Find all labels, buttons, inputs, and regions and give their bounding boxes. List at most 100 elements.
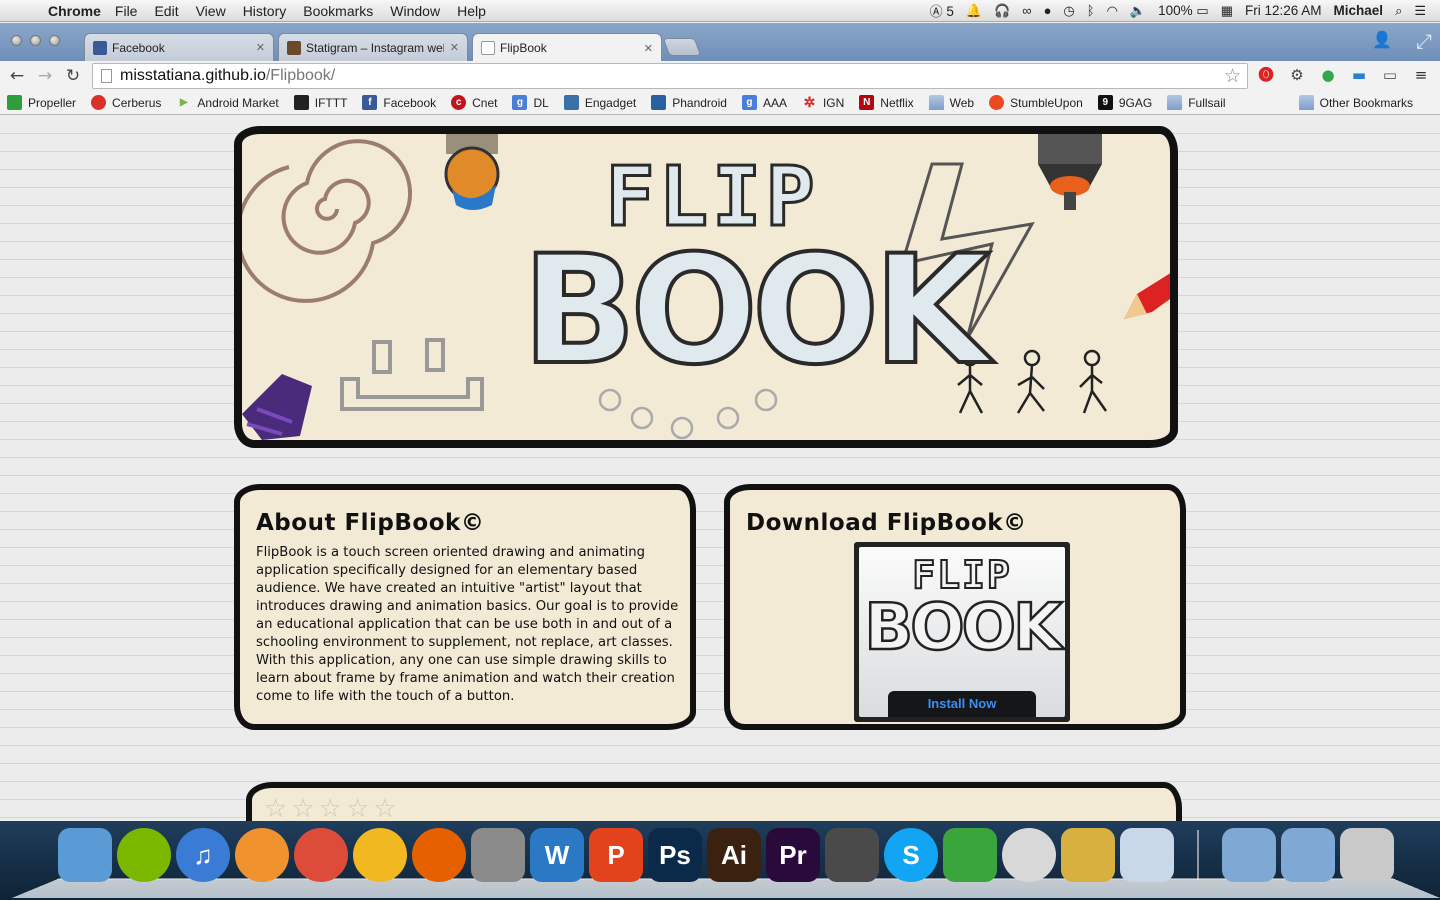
spotlight-icon[interactable]: ⌕ bbox=[1395, 3, 1402, 19]
close-tab-icon[interactable]: ✕ bbox=[450, 41, 459, 54]
menu-edit[interactable]: Edit bbox=[154, 3, 178, 19]
tab-statigram[interactable]: Statigram – Instagram web ✕ bbox=[278, 33, 468, 61]
tab-flipbook[interactable]: FlipBook ✕ bbox=[472, 33, 662, 62]
evernote-extension-icon[interactable]: ● bbox=[1318, 65, 1338, 85]
back-button[interactable]: ← bbox=[3, 66, 31, 86]
chrome-menu-icon[interactable]: ≡ bbox=[1411, 65, 1431, 85]
itunes-icon[interactable]: ♫ bbox=[176, 828, 230, 882]
cast-icon[interactable]: ▭ bbox=[1380, 65, 1400, 85]
bookmark-label: Netflix bbox=[880, 95, 914, 110]
menu-help[interactable]: Help bbox=[457, 3, 486, 19]
bluetooth-icon[interactable]: ᛒ bbox=[1087, 3, 1095, 18]
skype-icon[interactable]: S bbox=[884, 828, 938, 882]
applications-folder-icon[interactable] bbox=[1222, 828, 1276, 882]
menu-window[interactable]: Window bbox=[390, 3, 440, 19]
spotify-icon[interactable] bbox=[117, 828, 171, 882]
chrome-icon[interactable] bbox=[294, 828, 348, 882]
zoom-window-button[interactable] bbox=[49, 35, 60, 46]
flipbook-logo: FLIP BOOK bbox=[520, 152, 992, 388]
bookmark-cerberus[interactable]: Cerberus bbox=[91, 95, 161, 110]
user-name[interactable]: Michael bbox=[1334, 3, 1384, 18]
notification-center-icon[interactable]: ☰ bbox=[1414, 3, 1426, 19]
database-icon[interactable] bbox=[1061, 828, 1115, 882]
github-icon[interactable] bbox=[825, 828, 879, 882]
bookmark-aaa[interactable]: g AAA bbox=[741, 95, 787, 110]
star-icon[interactable]: ☆ bbox=[319, 794, 346, 821]
adobe-icon[interactable]: Ⓐ 5 bbox=[930, 1, 954, 20]
bookmark-engadget[interactable]: Engadget bbox=[563, 95, 636, 110]
headphones-icon[interactable]: 🎧 bbox=[994, 3, 1010, 19]
volume-icon[interactable]: 🔈 bbox=[1130, 3, 1146, 19]
bookmark-cnet[interactable]: c Cnet bbox=[451, 95, 497, 110]
bookmark-label: Fullsail bbox=[1188, 95, 1226, 110]
calendar-icon[interactable]: ▦ bbox=[1221, 3, 1233, 19]
system-preferences-icon[interactable] bbox=[471, 828, 525, 882]
bookmark-netflix[interactable]: N Netflix bbox=[859, 95, 914, 110]
star-icon[interactable]: ☆ bbox=[264, 794, 291, 821]
9gag-icon: 9 bbox=[1097, 95, 1113, 110]
premiere-icon[interactable]: Pr bbox=[766, 828, 820, 882]
close-tab-icon[interactable]: ✕ bbox=[644, 42, 653, 55]
minimize-window-button[interactable] bbox=[30, 35, 41, 46]
other-bookmarks[interactable]: Other Bookmarks bbox=[1298, 95, 1413, 110]
close-tab-icon[interactable]: ✕ bbox=[256, 41, 265, 54]
bookmark-ign[interactable]: ✲ IGN bbox=[802, 95, 845, 110]
ibooks-icon[interactable] bbox=[235, 828, 289, 882]
forward-button[interactable]: → bbox=[31, 66, 59, 86]
bookmark-folder-fullsail[interactable]: Fullsail bbox=[1167, 95, 1226, 110]
clock[interactable]: Fri 12:26 AM bbox=[1245, 3, 1322, 18]
illustrator-icon[interactable]: Ai bbox=[707, 828, 761, 882]
bookmark-propeller[interactable]: Propeller bbox=[7, 95, 76, 110]
menu-file[interactable]: File bbox=[115, 3, 138, 19]
address-bar[interactable]: misstatiana.github.io/Flipbook/ ☆ bbox=[92, 63, 1248, 89]
reload-button[interactable]: ↻ bbox=[59, 66, 87, 86]
finder-icon[interactable] bbox=[58, 828, 112, 882]
battery-status[interactable]: 100% ▭ bbox=[1158, 3, 1209, 19]
facebook-icon: f bbox=[362, 95, 378, 110]
chat-extension-icon[interactable]: ▬ bbox=[1349, 65, 1369, 85]
fullscreen-icon[interactable]: ⤢ bbox=[1416, 29, 1432, 53]
folder-icon bbox=[1298, 95, 1314, 110]
preview-icon[interactable] bbox=[1120, 828, 1174, 882]
profile-avatar-icon[interactable]: 👤 bbox=[1372, 30, 1392, 49]
bookmark-android-market[interactable]: ▶ Android Market bbox=[176, 95, 279, 110]
bookmark-label: AAA bbox=[762, 95, 787, 110]
time-machine-icon[interactable]: ◷ bbox=[1063, 3, 1074, 19]
bookmark-phandroid[interactable]: Phandroid bbox=[651, 95, 727, 110]
tab-facebook[interactable]: Facebook ✕ bbox=[84, 33, 274, 61]
bookmark-facebook[interactable]: f Facebook bbox=[362, 95, 436, 110]
bookmark-stumbleupon[interactable]: StumbleUpon bbox=[989, 95, 1083, 110]
close-window-button[interactable] bbox=[11, 35, 22, 46]
wifi-icon[interactable]: ◠ bbox=[1107, 3, 1118, 19]
menu-bookmarks[interactable]: Bookmarks bbox=[303, 3, 373, 19]
word-icon[interactable]: W bbox=[530, 828, 584, 882]
infinity-icon[interactable]: ∞ bbox=[1022, 3, 1031, 18]
bookmark-folder-web[interactable]: Web bbox=[928, 95, 974, 110]
install-now-button[interactable]: Install Now bbox=[888, 691, 1036, 717]
bookmark-ifttt[interactable]: IFTTT bbox=[293, 95, 347, 110]
menu-view[interactable]: View bbox=[196, 3, 226, 19]
menu-app-name[interactable]: Chrome bbox=[48, 3, 101, 19]
leaf-icon[interactable] bbox=[943, 828, 997, 882]
chrome-canary-icon[interactable] bbox=[353, 828, 407, 882]
settings-gear-icon[interactable]: ⚙ bbox=[1287, 65, 1307, 85]
dot-icon[interactable]: ● bbox=[1044, 3, 1052, 18]
menu-history[interactable]: History bbox=[243, 3, 287, 19]
trash-icon[interactable] bbox=[1340, 828, 1394, 882]
downloads-folder-icon[interactable] bbox=[1281, 828, 1335, 882]
notification-bell-icon[interactable]: 🔔 bbox=[966, 3, 982, 19]
new-tab-button[interactable] bbox=[662, 38, 702, 56]
sequel-pro-icon[interactable] bbox=[1002, 828, 1056, 882]
cnet-icon: c bbox=[451, 95, 467, 110]
photoshop-icon[interactable]: Ps bbox=[648, 828, 702, 882]
battery-percent: 100% bbox=[1158, 2, 1193, 18]
bookmark-9gag[interactable]: 9 9GAG bbox=[1097, 95, 1152, 110]
star-icon[interactable]: ☆ bbox=[346, 794, 373, 821]
powerpoint-icon[interactable]: P bbox=[589, 828, 643, 882]
stop-extension-icon[interactable]: ⓿ bbox=[1256, 65, 1276, 85]
bookmark-star-icon[interactable]: ☆ bbox=[1224, 65, 1241, 88]
star-icon[interactable]: ☆ bbox=[373, 794, 400, 821]
star-icon[interactable]: ☆ bbox=[291, 794, 318, 821]
bookmark-dl[interactable]: g DL bbox=[512, 95, 549, 110]
firefox-icon[interactable] bbox=[412, 828, 466, 882]
